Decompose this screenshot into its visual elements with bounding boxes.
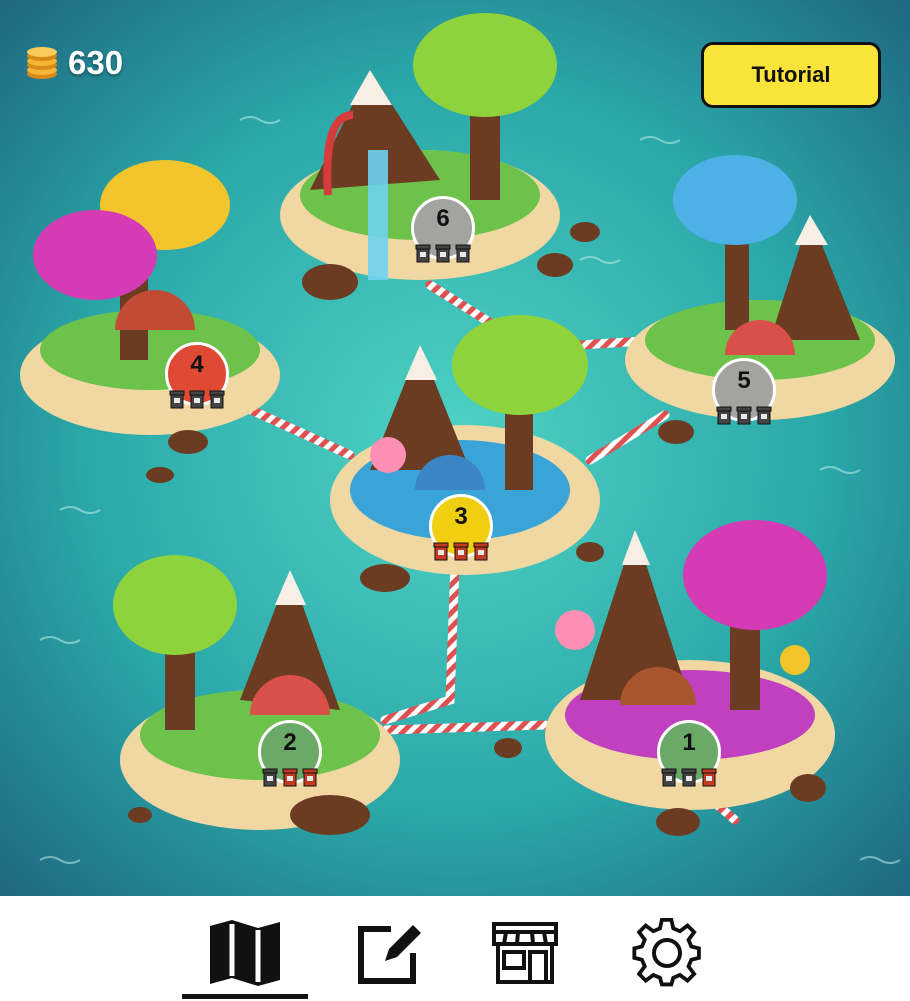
- nav-shop[interactable]: [462, 908, 588, 998]
- pot-locked-icon: [681, 768, 697, 787]
- pot-locked-icon: [169, 390, 185, 409]
- level-rating: [415, 244, 471, 263]
- pot-locked-icon: [736, 406, 752, 425]
- pot-locked-icon: [262, 768, 278, 787]
- shop-icon: [492, 922, 558, 984]
- pot-locked-icon: [435, 244, 451, 263]
- pot-locked-icon: [716, 406, 732, 425]
- pot-locked-icon: [455, 244, 471, 263]
- nav-settings[interactable]: [604, 908, 730, 998]
- bottom-nav: [0, 896, 910, 1001]
- pot-earned-icon: [433, 542, 449, 561]
- level-node-2[interactable]: 2: [258, 720, 322, 787]
- level-node-5[interactable]: 5: [712, 358, 776, 425]
- level-number: 4: [190, 351, 204, 378]
- level-node-4[interactable]: 4: [165, 342, 229, 409]
- pot-locked-icon: [661, 768, 677, 787]
- level-rating: [433, 542, 489, 561]
- pot-locked-icon: [189, 390, 205, 409]
- pot-locked-icon: [415, 244, 431, 263]
- map-icon: [210, 920, 280, 986]
- level-node-6[interactable]: 6: [411, 196, 475, 263]
- pot-earned-icon: [473, 542, 489, 561]
- pot-locked-icon: [756, 406, 772, 425]
- level-number: 2: [283, 729, 297, 756]
- level-node-3[interactable]: 3: [429, 494, 493, 561]
- pot-locked-icon: [209, 390, 225, 409]
- pot-earned-icon: [453, 542, 469, 561]
- coin-counter: 630: [24, 44, 123, 82]
- level-number: 3: [454, 503, 468, 530]
- level-node-1[interactable]: 1: [657, 720, 721, 787]
- tutorial-button[interactable]: Tutorial: [701, 42, 881, 108]
- pot-earned-icon: [282, 768, 298, 787]
- map-background: [0, 0, 910, 896]
- level-number: 5: [737, 367, 751, 394]
- coin-count: 630: [68, 44, 124, 81]
- edit-icon: [358, 925, 421, 984]
- nav-map[interactable]: [182, 908, 308, 999]
- nav-edit[interactable]: [327, 908, 453, 998]
- level-rating: [661, 768, 717, 787]
- level-number: 6: [436, 205, 450, 232]
- level-rating: [169, 390, 225, 409]
- gear-icon: [632, 917, 701, 987]
- level-rating: [716, 406, 772, 425]
- pot-earned-icon: [302, 768, 318, 787]
- level-rating: [262, 768, 318, 787]
- level-number: 1: [682, 729, 696, 756]
- pot-earned-icon: [701, 768, 717, 787]
- level-map: 630 Tutorial 1 2 3 4 5 6: [0, 0, 910, 896]
- coin-stack-icon: [27, 47, 57, 79]
